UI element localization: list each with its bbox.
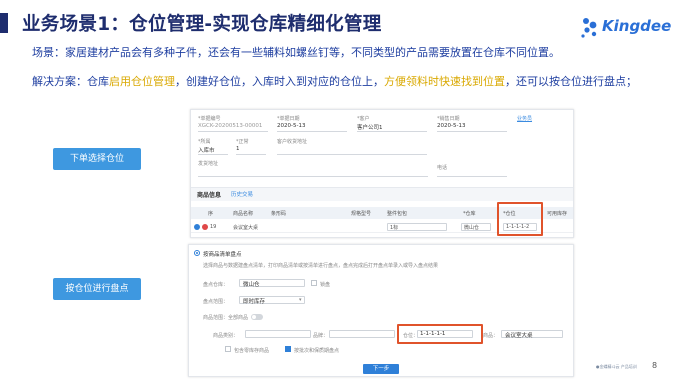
bill-date-value[interactable]: 2020-5-13 <box>277 123 305 129</box>
grid-col-spec: 规格型号 <box>351 211 372 217</box>
status-label: *正常 <box>236 139 249 145</box>
customer-label: *客户 <box>357 116 370 122</box>
delete-row-icon[interactable] <box>202 224 208 230</box>
solution-highlight-2: 方便领料时快速找到位置 <box>384 75 505 88</box>
row-unit: 1标 <box>390 225 399 231</box>
batch-count-checkbox[interactable] <box>285 346 291 352</box>
bill-date-label: *单据日期 <box>277 116 300 122</box>
status-value[interactable]: 1 <box>236 146 240 152</box>
chevron-down-icon: ▾ <box>299 297 302 303</box>
footer-note: ●金蝶精斗云 产品培训 <box>596 364 637 369</box>
grid-col-warehouse: *仓库 <box>463 211 476 217</box>
solution-text-3: ，还可以按仓位进行盘点； <box>505 75 637 88</box>
solution-text-2: ，创建好仓位，入库时入到对应的仓位上， <box>175 75 384 88</box>
kingdee-wordmark: Kingdee <box>602 17 672 35</box>
product-scope-label: 商品范围：全部商品 <box>203 315 249 321</box>
sale-date-label: *销售日期 <box>437 116 460 122</box>
grid-col-name: 商品名称 <box>233 211 254 217</box>
grid-col-seq: 序 <box>208 211 214 217</box>
customer-value[interactable]: 客户公司1 <box>357 123 383 131</box>
row-product-name[interactable]: 会议室大桌 <box>233 224 258 231</box>
batch-count-label: 按批次和保质期盘点 <box>294 348 340 354</box>
brand-label: 品牌： <box>313 333 329 339</box>
title-accent-bar <box>0 13 8 33</box>
sales-order-screenshot: *单据编号 XGCK-20200513-00001 *单据日期 2020-5-1… <box>190 109 574 238</box>
goods-section-title: 商品信息 <box>197 192 222 199</box>
solution-text-1: 解决方案：仓库 <box>32 75 109 88</box>
product-filter-label: 商品： <box>483 333 499 339</box>
lock-label: 锁盘 <box>320 282 331 288</box>
brand-input[interactable] <box>329 330 395 338</box>
address-label: 客户收货地址 <box>277 139 308 145</box>
goods-section-header: 商品信息 历史交易 <box>191 187 573 201</box>
scene-description: 场景：家居建材产品会有多种子件，还会有一些辅料如螺丝钉等，不同类型的产品需要放置… <box>32 46 560 59</box>
kingdee-logo: Kingdee <box>580 14 672 40</box>
solution-highlight-1: 启用仓位管理 <box>109 75 175 88</box>
row-seq: 19 <box>210 224 217 230</box>
sale-type-value[interactable]: 入库市 <box>198 146 215 154</box>
salesperson-link[interactable]: 业务员 <box>517 115 532 122</box>
page-number: 8 <box>652 361 658 370</box>
product-filter-value: 会议室大桌 <box>505 333 533 339</box>
order-select-location-button[interactable]: 下单选择仓位 <box>53 148 141 170</box>
category-input[interactable] <box>245 330 311 338</box>
bill-no-label: *单据编号 <box>198 116 221 122</box>
grid-col-unit: 整件包包 <box>387 211 408 217</box>
count-warehouse-value: 微山仓 <box>243 282 260 288</box>
count-description: 选择商品与数据建盘点清单，打印商品清单或按清单进行盘点，盘点完成后打开盘点单录入… <box>203 263 439 269</box>
slide: 业务场景1：仓位管理-实现仓库精细化管理 Kingdee 场景：家居建材产品会有… <box>0 0 680 382</box>
location-highlight-box <box>497 202 543 236</box>
kingdee-logo-icon <box>581 18 597 38</box>
grid-col-barcode: 条形码 <box>271 211 287 217</box>
inventory-scope-label: 盘点范围： <box>203 299 229 305</box>
count-warehouse-label: 盘点仓库： <box>203 282 229 288</box>
history-trade-link[interactable]: 历史交易 <box>231 190 253 198</box>
sale-date-value[interactable]: 2020-5-13 <box>437 123 465 129</box>
product-scope-toggle[interactable] <box>251 314 263 320</box>
phone-label: 电话 <box>437 165 448 171</box>
location-filter-highlight-box <box>397 324 483 344</box>
page-title: 业务场景1：仓位管理-实现仓库精细化管理 <box>22 14 382 35</box>
zero-stock-checkbox[interactable] <box>225 346 231 352</box>
sale-type-label: *所属 <box>198 139 211 145</box>
ship-address-label: 发货地址 <box>198 161 219 167</box>
row-warehouse: 微山仓 <box>464 225 480 231</box>
solution-description: 解决方案：仓库启用仓位管理，创建好仓位，入库时入到对应的仓位上，方便领料时快速找… <box>32 74 652 90</box>
bill-no-value: XGCK-20200513-00001 <box>198 123 263 129</box>
zero-stock-label: 包含零库存商品 <box>234 348 270 354</box>
inventory-scope-value: 即时库存 <box>243 299 266 305</box>
add-row-icon[interactable] <box>194 224 200 230</box>
category-label: 商品类别： <box>213 333 239 339</box>
grid-col-available: 可用库存 <box>547 211 568 217</box>
count-by-location-button[interactable]: 按仓位进行盘点 <box>53 278 141 300</box>
count-mode-radio[interactable] <box>194 250 200 256</box>
stock-count-screenshot: 按商品清单盘点 选择商品与数据建盘点清单，打印商品清单或按清单进行盘点，盘点完成… <box>188 244 574 377</box>
count-mode-label: 按商品清单盘点 <box>203 252 242 258</box>
lock-checkbox[interactable] <box>311 280 317 286</box>
next-step-button[interactable]: 下一步 <box>363 364 399 374</box>
